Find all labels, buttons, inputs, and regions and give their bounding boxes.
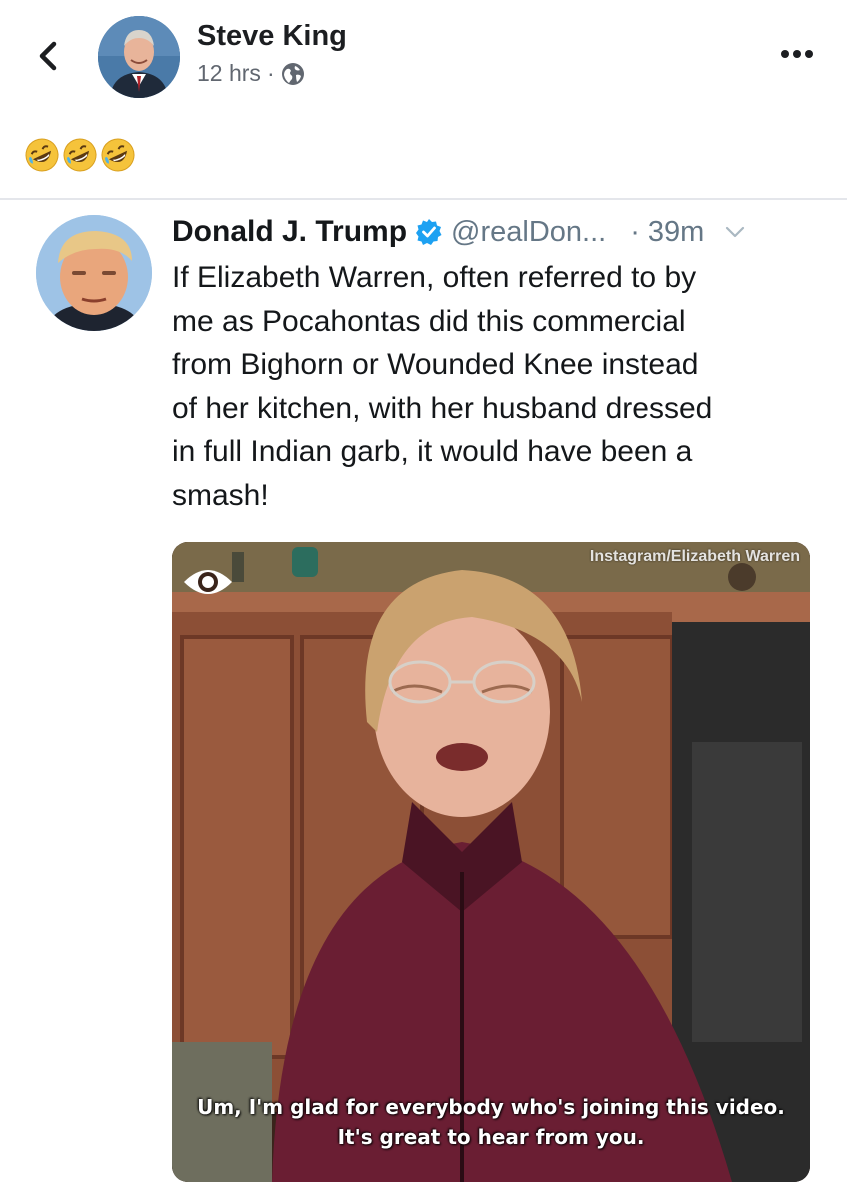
tweet-text: If Elizabeth Warren, often referred to b…	[172, 261, 713, 512]
post-text-emojis	[24, 137, 136, 173]
back-button[interactable]	[30, 34, 66, 78]
post-author-name[interactable]: Steve King	[197, 20, 347, 53]
video-frame	[172, 542, 810, 1182]
globe-icon	[281, 62, 304, 85]
cbs-eye-logo-icon	[184, 570, 232, 594]
tweet-header: Donald J. Trump @realDon... · 39m	[172, 212, 748, 252]
rolling-on-floor-laughing-icon	[101, 138, 135, 172]
video-caption-line1: Um, I'm glad for everybody who's joining…	[197, 1095, 785, 1119]
more-options-button[interactable]	[777, 40, 817, 68]
more-dots-icon	[781, 50, 813, 58]
tweet-author-name[interactable]: Donald J. Trump	[172, 215, 407, 249]
tweet-video[interactable]: Instagram/Elizabeth Warren Um, I'm glad …	[172, 542, 810, 1182]
tweet-time[interactable]: · 39m	[630, 216, 704, 249]
video-watermark: Instagram/Elizabeth Warren	[589, 548, 800, 565]
chevron-left-icon	[39, 41, 57, 71]
meta-separator: ·	[266, 60, 275, 86]
tweet-handle[interactable]: @realDon...	[451, 216, 606, 249]
rolling-on-floor-laughing-icon	[25, 138, 59, 172]
tweet-author-avatar[interactable]	[36, 215, 152, 331]
post-time[interactable]: 12 hrs	[197, 60, 261, 87]
video-caption-line2: It's great to hear from you.	[337, 1125, 645, 1149]
post-header: Steve King 12 hrs ·	[0, 0, 847, 110]
divider	[0, 198, 847, 200]
rolling-on-floor-laughing-icon	[63, 138, 97, 172]
author-avatar[interactable]	[98, 16, 180, 98]
verified-badge-icon	[416, 219, 442, 245]
post-meta: 12 hrs ·	[197, 60, 305, 87]
chevron-down-icon[interactable]	[722, 219, 748, 245]
